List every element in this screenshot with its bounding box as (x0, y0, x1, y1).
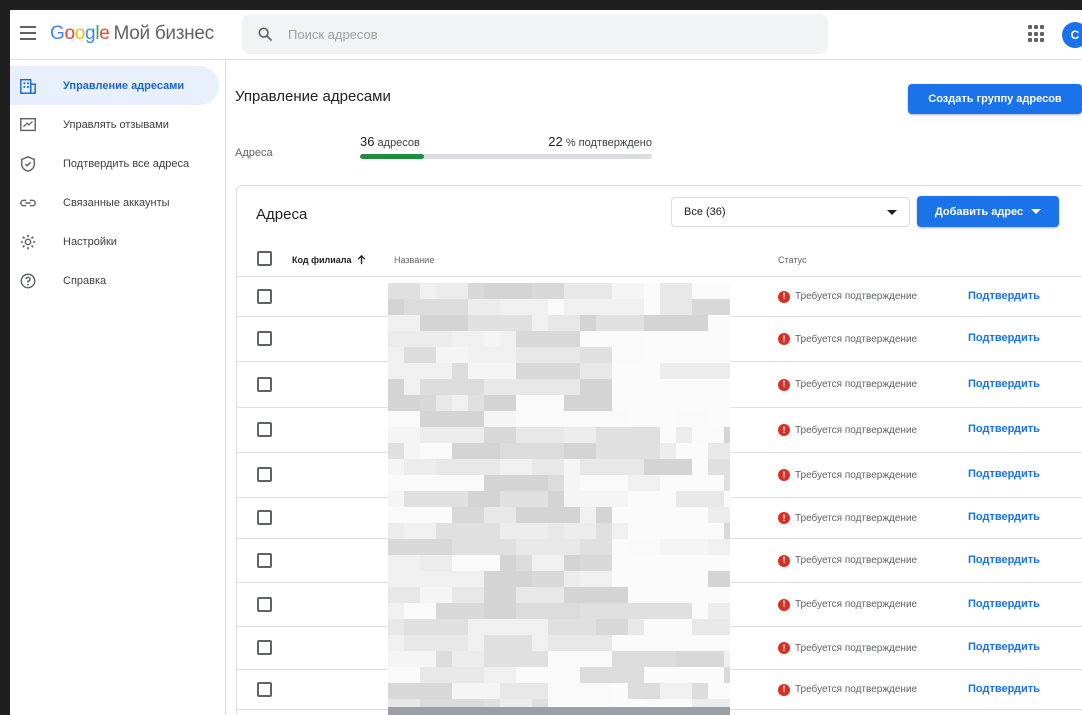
verify-link[interactable]: Подтвердить (968, 332, 1040, 344)
review-icon (18, 115, 38, 135)
sidebar-item-label: Управлять отзывами (63, 118, 169, 131)
error-icon: ! (778, 469, 790, 481)
search-bar[interactable] (242, 14, 828, 54)
sidebar-item-label: Связанные аккаунты (63, 196, 170, 209)
row-checkbox[interactable] (257, 376, 272, 392)
row-checkbox[interactable] (257, 596, 272, 612)
status-badge: ! Требуется подтверждение (778, 378, 917, 391)
sidebar: Управление адресами Управлять отзывами Под… (10, 61, 226, 715)
row-checkbox[interactable] (257, 331, 272, 346)
status-badge: ! Требуется подтверждение (778, 554, 917, 567)
add-address-button[interactable]: Добавить адрес (917, 196, 1059, 227)
verify-link[interactable]: Подтвердить (968, 641, 1040, 653)
verify-link[interactable]: Подтвердить (968, 554, 1040, 566)
error-icon: ! (778, 598, 790, 611)
table-header: Код филиала Название Статус (237, 241, 1082, 277)
building-icon (18, 76, 38, 96)
status-badge: ! Требуется подтверждение (778, 469, 917, 481)
column-header-status: Статус (778, 255, 807, 265)
top-bar: GoogleМой бизнес C (10, 10, 1082, 60)
add-address-label: Добавить адрес (934, 205, 1024, 218)
sidebar-item-3[interactable]: Подтвердить все адреса (10, 144, 219, 183)
address-count: 36 адресов (360, 134, 420, 149)
row-checkbox[interactable] (257, 552, 272, 568)
row-checkbox[interactable] (257, 288, 272, 304)
error-icon: ! (778, 290, 790, 303)
error-icon: ! (778, 333, 790, 345)
menu-icon[interactable] (20, 26, 36, 40)
filter-dropdown[interactable]: Все (36) (671, 197, 910, 227)
product-name: Мой бизнес (113, 23, 215, 44)
apps-grid-icon[interactable] (1028, 25, 1046, 43)
status-badge: ! Требуется подтверждение (778, 333, 917, 345)
sidebar-item-1[interactable]: Управление адресами (10, 66, 219, 105)
sidebar-item-5[interactable]: Настройки (10, 222, 219, 261)
error-icon: ! (778, 378, 790, 391)
help-icon (18, 271, 38, 291)
row-checkbox[interactable] (257, 640, 272, 655)
sort-arrow-up-icon (358, 255, 366, 265)
redacted-names (388, 283, 730, 715)
error-icon: ! (778, 424, 790, 436)
status-badge: ! Требуется подтверждение (778, 290, 917, 303)
app-logo[interactable]: Google Мой бизнес (50, 23, 214, 45)
verified-percent: 22 % подтверждено (548, 134, 652, 149)
status-badge: ! Требуется подтверждение (778, 642, 917, 654)
verify-link[interactable]: Подтвердить (968, 378, 1040, 390)
card-title: Адреса (256, 206, 308, 223)
sidebar-item-label: Управление адресами (63, 79, 185, 92)
progress-fill (360, 154, 425, 159)
sidebar-item-label: Справка (63, 274, 107, 287)
verify-link[interactable]: Подтвердить (968, 468, 1040, 480)
search-icon (242, 26, 288, 42)
row-checkbox[interactable] (257, 510, 272, 525)
sidebar-item-4[interactable]: Связанные аккаунты (10, 183, 219, 222)
sidebar-item-label: Настройки (63, 235, 117, 248)
app-window: GoogleМой бизнес C Управление адресамиУп… (0, 10, 1082, 715)
verify-link[interactable]: Подтвердить (968, 423, 1040, 435)
status-badge: ! Требуется подтверждение (778, 598, 917, 611)
status-badge: ! Требуется подтверждение (778, 512, 917, 524)
verify-link[interactable]: Подтвердить (968, 290, 1040, 302)
sidebar-item-2[interactable]: Управлять отзывами (10, 105, 219, 144)
row-checkbox[interactable] (257, 681, 272, 697)
error-icon: ! (778, 642, 790, 654)
column-header-code[interactable]: Код филиала (292, 255, 366, 265)
sidebar-item-6[interactable]: Справка (10, 261, 219, 300)
google-logo: Google (50, 23, 110, 44)
stats-label: Адреса (235, 147, 273, 159)
chevron-down-icon (887, 209, 897, 215)
gear-icon (18, 232, 38, 252)
create-group-button[interactable]: Создать группу адресов (908, 84, 1082, 114)
redacted-bar (388, 707, 730, 715)
status-badge: ! Требуется подтверждение (778, 683, 917, 696)
verify-link[interactable]: Подтвердить (968, 511, 1040, 523)
stats-panel: 36 адресов 22 % подтверждено (360, 134, 652, 159)
row-checkbox[interactable] (257, 467, 272, 482)
page-title: Управление адресами (235, 88, 391, 105)
link-icon (18, 193, 38, 213)
select-all-checkbox[interactable] (257, 251, 272, 266)
verified-progress-bar (360, 154, 652, 159)
sidebar-item-label: Подтвердить все адреса (63, 157, 190, 170)
search-input[interactable] (288, 26, 788, 42)
error-icon: ! (778, 512, 790, 524)
row-checkbox[interactable] (257, 422, 272, 437)
error-icon: ! (778, 683, 790, 696)
avatar[interactable]: C (1062, 22, 1082, 48)
verify-link[interactable]: Подтвердить (968, 683, 1040, 695)
status-badge: ! Требуется подтверждение (778, 424, 917, 436)
filter-value: Все (36) (684, 206, 726, 218)
chevron-down-icon (1031, 209, 1042, 214)
error-icon: ! (778, 554, 790, 567)
shield-check-icon (18, 154, 38, 174)
verify-link[interactable]: Подтвердить (968, 598, 1040, 610)
column-header-name: Название (394, 255, 435, 265)
